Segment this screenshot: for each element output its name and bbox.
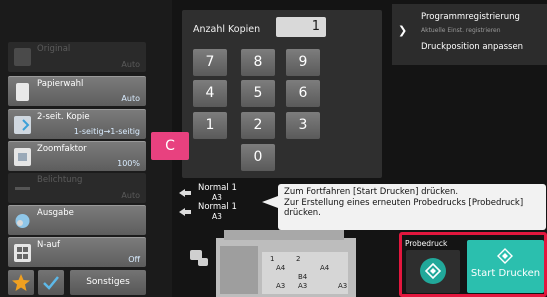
action-menu: ❯ Programmregistrierung Aktuelle Einst. … [392, 4, 547, 65]
favorites-button[interactable] [8, 270, 34, 295]
chevron-right-icon[interactable]: ❯ [398, 24, 408, 38]
program-registration-subtitle: Aktuelle Einst. registrieren [421, 27, 501, 34]
tooltip-pointer [262, 196, 278, 208]
n-up-label: N-auf [37, 240, 61, 250]
paper-type-label: Normal 1 [198, 183, 237, 193]
copies-label: Anzahl Kopien [193, 24, 261, 35]
tray-size: B4 [298, 273, 308, 281]
proof-print-label: Probedruck [405, 239, 448, 248]
key-4[interactable]: 4 [193, 80, 227, 107]
original-label: Original [37, 44, 71, 54]
duplex-copy-label: 2-seit. Kopie [37, 112, 90, 122]
key-0[interactable]: 0 [241, 144, 275, 171]
exposure-value: Auto [121, 191, 140, 200]
exposure-button[interactable]: Belichtung Auto [8, 173, 146, 203]
zoom-button[interactable]: Zoomfaktor 100% [8, 141, 146, 171]
other-settings-button[interactable]: Sonstiges [70, 270, 146, 295]
paper-feed-icon [179, 189, 191, 197]
zoom-icon [14, 148, 31, 166]
checkmark-icon [43, 276, 59, 290]
machine-diagram: 1 2 A4 A4 B4 A3 A3 A3 [176, 228, 372, 297]
duplex-copy-value: 1-seitig→1-seitig [73, 127, 140, 136]
exposure-label: Belichtung [37, 175, 83, 185]
start-print-label: Start Drucken [470, 268, 541, 279]
paper-select-label: Papierwahl [37, 79, 84, 89]
output-icon [14, 212, 31, 230]
key-5[interactable]: 5 [241, 80, 275, 107]
paper-select-button[interactable]: Papierwahl Auto [8, 76, 146, 106]
n-up-button[interactable]: N-auf Off [8, 237, 146, 267]
paper-type-label: Normal 1 [198, 202, 237, 212]
paper-feed-icon [179, 208, 191, 216]
start-print-button[interactable]: Start Drucken [467, 240, 544, 293]
original-button[interactable]: Original Auto [8, 42, 146, 72]
keypad-panel: Anzahl Kopien 1 7 8 9 4 5 6 1 2 3 0 [182, 10, 382, 178]
instruction-tooltip: Zum Fortfahren [Start Drucken] drücken. … [278, 184, 546, 230]
tray-size: A4 [276, 264, 286, 272]
tray-number: 2 [296, 255, 301, 263]
paper-icon [16, 83, 29, 101]
tray-size: A3 [338, 282, 348, 290]
key-7[interactable]: 7 [193, 49, 227, 76]
key-2[interactable]: 2 [241, 112, 275, 139]
n-up-value: Off [128, 255, 140, 264]
original-value: Auto [121, 60, 140, 69]
zoom-label: Zoomfaktor [37, 144, 87, 154]
duplex-icon [14, 116, 31, 134]
key-3[interactable]: 3 [286, 112, 320, 139]
tray-size: A4 [320, 264, 330, 272]
paper-select-value: Auto [121, 94, 140, 103]
n-up-icon [14, 244, 31, 262]
start-diamond-icon [497, 248, 513, 264]
duplex-copy-button[interactable]: 2-seit. Kopie 1-seitig→1-seitig [8, 109, 146, 139]
tooltip-line-3: drücken. [284, 208, 321, 218]
key-1[interactable]: 1 [193, 112, 227, 139]
original-icon [14, 48, 31, 66]
output-label: Ausgabe [37, 208, 74, 218]
tooltip-line-1: Zum Fortfahren [Start Drucken] drücken. [284, 187, 459, 197]
tray-number: 1 [270, 255, 275, 263]
copies-count-field[interactable]: 1 [276, 17, 326, 37]
key-8[interactable]: 8 [241, 49, 275, 76]
check-settings-button[interactable] [38, 270, 64, 295]
paper-size-label: A3 [212, 193, 222, 202]
zoom-value: 100% [117, 159, 140, 168]
paper-size-label: A3 [212, 212, 222, 221]
exposure-icon [14, 179, 31, 197]
tray-size: A3 [276, 282, 286, 290]
key-9[interactable]: 9 [286, 49, 320, 76]
start-diamond-icon [420, 258, 446, 284]
clear-button[interactable]: C [151, 132, 189, 160]
key-6[interactable]: 6 [286, 80, 320, 107]
proof-print-button[interactable] [406, 250, 460, 293]
tray-size: A3 [298, 282, 308, 290]
output-button[interactable]: Ausgabe [8, 205, 146, 235]
program-registration-item[interactable]: Programmregistrierung [421, 12, 520, 22]
copy-settings-panel: Original Auto Papierwahl Auto 2-seit. Ko… [0, 0, 172, 297]
adjust-print-position-item[interactable]: Druckposition anpassen [421, 42, 523, 52]
star-icon [12, 274, 30, 291]
tooltip-line-2: Zur Erstellung eines erneuten Probedruck… [284, 197, 524, 208]
